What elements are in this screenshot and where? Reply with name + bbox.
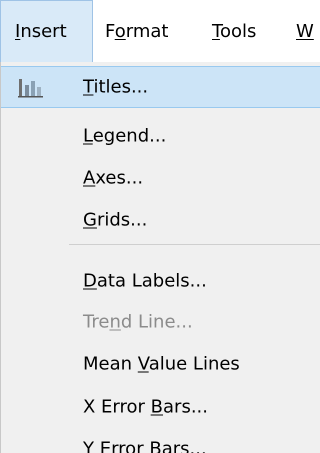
menu-insert[interactable]: Insert [0,0,93,62]
chart-insert-icon [17,75,45,99]
mnemonic-character: V [137,353,149,375]
menu-w[interactable]: W [296,0,320,62]
insert-dropdown-menu: Titles... Legend... Axes... Grids... Dat… [0,62,320,453]
menu-item-y-error-bars-label: Y Error Bars... [83,439,207,453]
menu-item-y-error-bars[interactable]: Y Error Bars... [1,428,320,453]
mnemonic-character: L [83,125,93,147]
mnemonic-character: G [83,209,97,231]
mnemonic-character: I [15,21,21,42]
menu-item-data-labels-label: Data Labels... [83,270,207,292]
menu-item-legend[interactable]: Legend... [1,115,320,157]
mnemonic-character: B [149,438,162,453]
menu-item-legend-label: Legend... [83,125,167,147]
menu-format-label: Format [105,20,169,42]
menu-separator [69,244,320,245]
menu-item-titles-label: Titles... [83,76,149,98]
mnemonic-character: D [83,270,97,292]
menu-w-label: W [296,21,314,42]
menu-insert-label: Insert [15,21,67,42]
menu-item-x-error-bars[interactable]: X Error Bars... [1,386,320,428]
mnemonic-character: B [150,396,164,418]
menu-tools[interactable]: Tools [212,0,284,62]
menu-item-mean-value-lines-label: Mean Value Lines [83,353,240,375]
menu-tools-label: Tools [212,20,257,42]
menu-item-mean-value-lines[interactable]: Mean Value Lines [1,343,320,385]
mnemonic-character: o [114,20,126,42]
menu-item-x-error-bars-label: X Error Bars... [83,396,208,418]
menu-bar: Insert Format Tools W [0,0,320,62]
mnemonic-character: n [109,311,121,333]
menu-item-grids-label: Grids... [83,209,148,231]
mnemonic-character: W [296,20,314,42]
menu-item-titles[interactable]: Titles... [1,66,320,108]
mnemonic-character: T [212,20,220,42]
menu-item-grids[interactable]: Grids... [1,199,320,241]
menu-item-trend-line: Trend Line... [1,301,320,343]
menu-item-axes[interactable]: Axes... [1,157,320,199]
menu-format[interactable]: Format [105,0,191,62]
menu-item-axes-label: Axes... [83,167,144,189]
mnemonic-character: T [83,76,94,98]
mnemonic-character: A [83,167,96,189]
menu-item-data-labels[interactable]: Data Labels... [1,260,320,302]
menu-item-trend-line-label: Trend Line... [83,311,193,333]
chart-insert-menu-screen: Insert Format Tools W Titles... Legend..… [0,0,320,453]
